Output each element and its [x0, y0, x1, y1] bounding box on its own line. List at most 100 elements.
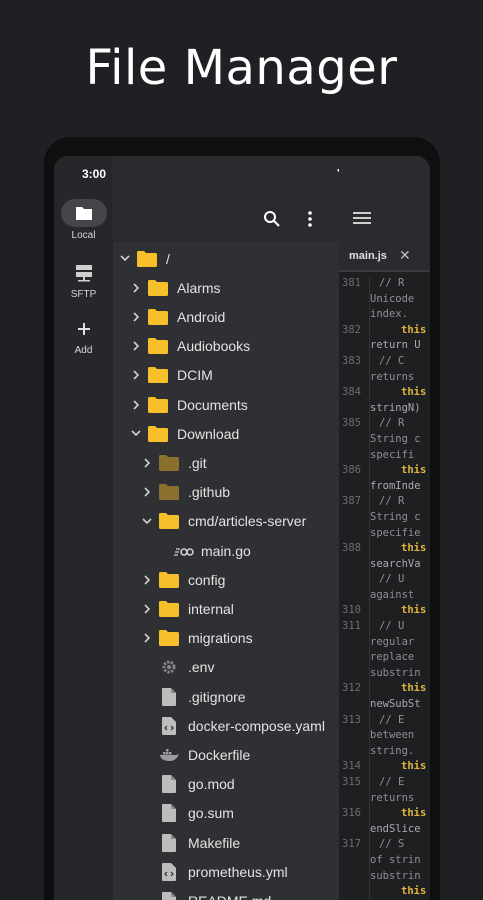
- code-text: specifi: [370, 448, 415, 461]
- tree-row[interactable]: cmd/articles-server: [113, 507, 339, 536]
- code-text: Unicode: [370, 292, 415, 305]
- code-text: searchVa: [370, 557, 421, 570]
- code-text: // S: [379, 838, 405, 851]
- chevron-right-icon[interactable]: [141, 603, 153, 615]
- tree-row[interactable]: .env: [113, 653, 339, 682]
- editor-tab[interactable]: main.js ✕: [339, 242, 430, 272]
- chevron-down-icon[interactable]: [119, 253, 131, 265]
- chevron-down-icon[interactable]: [141, 515, 153, 527]
- code-text: this: [401, 386, 427, 399]
- chevron-down-icon[interactable]: [130, 428, 142, 440]
- chevron-right-icon[interactable]: [130, 282, 142, 294]
- tree-row[interactable]: Makefile: [113, 828, 339, 857]
- rail-label-sftp: SFTP: [70, 289, 97, 300]
- search-icon[interactable]: [263, 210, 281, 233]
- tree-item-name: Audiobooks: [177, 338, 251, 355]
- code-text: this: [401, 464, 427, 477]
- rail-item-local[interactable]: Local: [54, 199, 113, 241]
- chevron-right-icon[interactable]: [130, 369, 142, 381]
- tree-row[interactable]: .git: [113, 448, 339, 477]
- tree-row[interactable]: go.sum: [113, 799, 339, 828]
- code-line: 310 this: [339, 603, 430, 619]
- code-line: 385 // R: [339, 416, 430, 432]
- more-vert-icon[interactable]: [307, 210, 313, 233]
- code-text: // E: [379, 776, 405, 788]
- tree-item-name: go.sum: [188, 805, 234, 822]
- tree-row[interactable]: internal: [113, 594, 339, 623]
- line-number: 310: [342, 604, 361, 617]
- folder-icon: [159, 483, 179, 501]
- tree-row[interactable]: Dockerfile: [113, 740, 339, 769]
- rail-item-add[interactable]: Add: [54, 316, 113, 356]
- code-line: 382 this: [339, 323, 430, 339]
- tree-row[interactable]: README.md: [113, 886, 339, 900]
- menu-icon[interactable]: [353, 211, 371, 230]
- tree-row[interactable]: config: [113, 565, 339, 594]
- tree-item-name: Documents: [177, 396, 248, 413]
- chevron-right-icon[interactable]: [130, 340, 142, 352]
- code-text: this: [401, 682, 427, 695]
- code-line: String c: [339, 432, 430, 448]
- tree-item-name: Download: [177, 425, 240, 442]
- tree-row[interactable]: migrations: [113, 624, 339, 653]
- tree-row[interactable]: Documents: [113, 390, 339, 419]
- code-line: 314 this: [339, 759, 430, 775]
- code-text: String c: [370, 432, 421, 445]
- chevron-right-icon[interactable]: [130, 311, 142, 323]
- code-line: 387 // R: [339, 494, 430, 510]
- code-text: regular: [370, 635, 415, 648]
- tree-item-name: Android: [177, 308, 226, 325]
- folder-icon: [159, 454, 179, 472]
- tree-row[interactable]: .github: [113, 478, 339, 507]
- code-line: 315 // E: [339, 775, 430, 791]
- folder-icon: [148, 337, 168, 355]
- code-text: this: [401, 542, 427, 555]
- code-text: this: [401, 760, 427, 773]
- folder-icon: [148, 308, 168, 326]
- code-text: // U: [379, 573, 405, 586]
- tree-row[interactable]: DCIM: [113, 361, 339, 390]
- chevron-right-icon[interactable]: [141, 486, 153, 498]
- tree-item-name: cmd/articles-server: [188, 513, 307, 530]
- gear-icon: [159, 658, 179, 676]
- code-text: // E: [379, 713, 405, 726]
- line-number: 315: [342, 776, 361, 788]
- chevron-right-icon[interactable]: [141, 457, 153, 469]
- rail-item-sftp[interactable]: SFTP: [54, 260, 113, 300]
- tree-row[interactable]: Android: [113, 302, 339, 331]
- tree-item-name: Dockerfile: [188, 746, 251, 763]
- tree-row[interactable]: Alarms: [113, 273, 339, 302]
- tree-row[interactable]: main.go: [113, 536, 339, 565]
- tree-row[interactable]: /: [113, 244, 339, 273]
- close-icon[interactable]: ✕: [399, 247, 411, 264]
- line-number: 311: [342, 620, 361, 633]
- tree-item-name: .env: [188, 659, 215, 676]
- line-number: 313: [342, 713, 361, 726]
- folder-icon: [148, 366, 168, 384]
- tree-row[interactable]: prometheus.yml: [113, 857, 339, 886]
- tree-row[interactable]: Download: [113, 419, 339, 448]
- code-line: 381 // R: [339, 276, 430, 292]
- tree-row[interactable]: Audiobooks: [113, 332, 339, 361]
- chevron-right-icon[interactable]: [141, 574, 153, 586]
- docker-icon: [159, 746, 179, 764]
- chevron-right-icon[interactable]: [141, 632, 153, 644]
- code-line: specifie: [339, 526, 430, 542]
- line-number: 385: [342, 417, 361, 430]
- rail-label-add: Add: [74, 345, 93, 356]
- navigation-rail: 3:00 Local SFTP Add: [54, 156, 113, 900]
- code-line: returns: [339, 791, 430, 807]
- line-number: 312: [342, 682, 361, 695]
- tree-row[interactable]: go.mod: [113, 770, 339, 799]
- code-editor: main.js ✕ 381 // R Unicode index. 382 this ret…: [339, 156, 430, 900]
- code-text: substrin: [370, 666, 421, 679]
- code-line: endSlice: [339, 822, 430, 838]
- chevron-right-icon[interactable]: [130, 399, 142, 411]
- line-number: 381: [342, 277, 361, 289]
- code-line: stringN): [339, 401, 430, 417]
- tree-item-name: Makefile: [188, 834, 241, 851]
- folder-icon: [137, 250, 157, 268]
- tree-row[interactable]: docker-compose.yaml: [113, 711, 339, 740]
- code-line: substrin: [339, 666, 430, 682]
- tree-row[interactable]: .gitignore: [113, 682, 339, 711]
